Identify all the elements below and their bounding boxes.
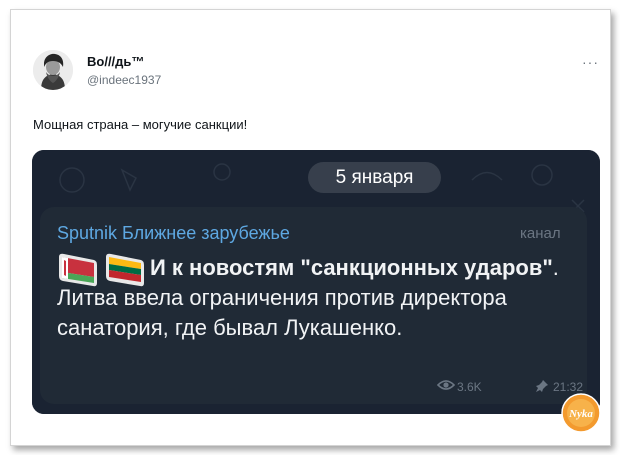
message-time: 21:32 [553, 380, 584, 394]
avatar[interactable] [33, 50, 73, 90]
avatar-portrait-icon [33, 50, 73, 90]
tweet-frame: Во///дь™ @indeec1937 ··· Мощная страна –… [10, 9, 611, 446]
nyka-logo-watermark: Nyka [561, 393, 601, 433]
message-bubble: Sputnik Ближнее зарубежье канал И к ново… [40, 207, 587, 404]
channel-tag: канал [520, 225, 561, 242]
ellipsis-icon[interactable]: ··· [582, 55, 599, 69]
views-eye-icon [437, 380, 455, 390]
tweet-text: Мощная страна – могучие санкции! [33, 117, 248, 132]
author-name[interactable]: Во///дь™ [87, 54, 144, 69]
views-count: 3.6K [457, 380, 482, 394]
pin-icon [536, 380, 548, 392]
attached-screenshot[interactable]: 5 января Sputnik Ближнее зарубежье канал [32, 150, 600, 414]
channel-name[interactable]: Sputnik Ближнее зарубежье [57, 223, 290, 244]
date-separator: 5 января [308, 162, 441, 193]
headline-bold: И к новостям "санкционных ударов" [150, 255, 553, 280]
message-text: И к новостям "санкционных ударов". Литва… [57, 253, 582, 343]
svg-text:Nyka: Nyka [568, 408, 593, 420]
author-handle[interactable]: @indeec1937 [87, 73, 161, 87]
